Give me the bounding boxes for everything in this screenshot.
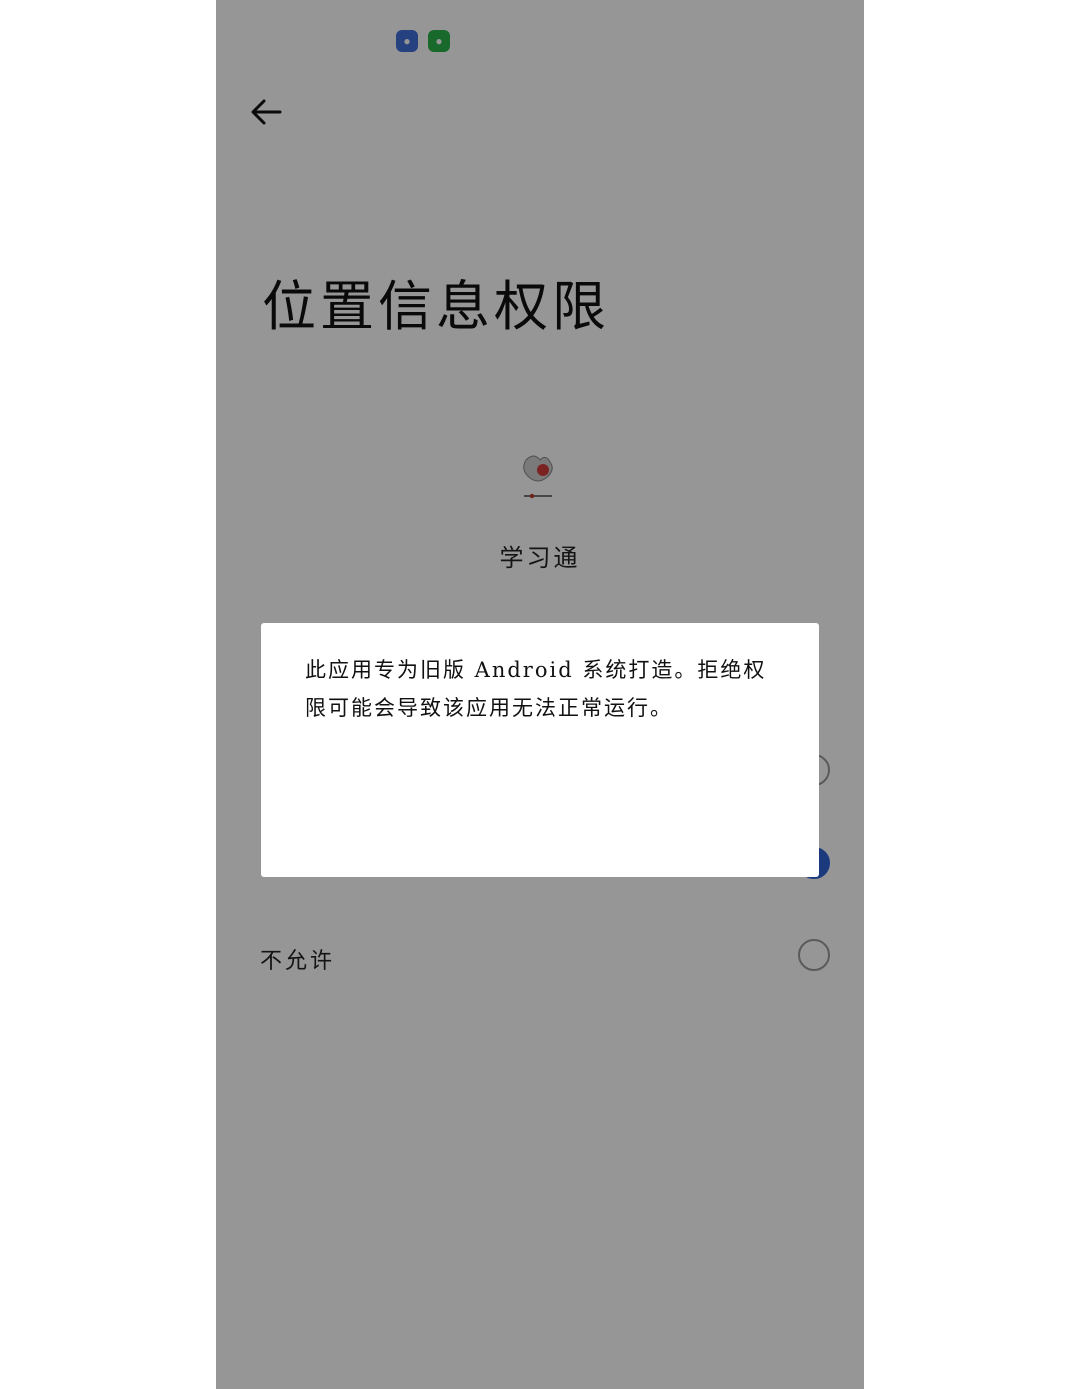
warning-dialog: 此应用专为旧版 Android 系统打造。拒绝权限可能会导致该应用无法正常运行。	[261, 623, 819, 877]
dialog-message: 此应用专为旧版 Android 系统打造。拒绝权限可能会导致该应用无法正常运行。	[305, 658, 767, 720]
permission-screen: 07:01 ● ● 0.00 KB/S HD 4G 5G 34% 位置信息权限 …	[216, 0, 864, 1389]
